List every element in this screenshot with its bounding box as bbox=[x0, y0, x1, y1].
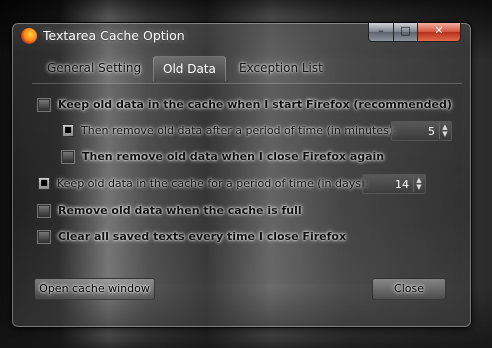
minutes-stepper[interactable]: 5 ▲ ▼ bbox=[391, 121, 452, 141]
spin-down-icon[interactable]: ▼ bbox=[416, 184, 421, 191]
tab-bar: General Setting Old Data Exception List bbox=[26, 56, 456, 82]
toggle-icon[interactable]: ■ bbox=[62, 124, 74, 137]
clear-on-close-option[interactable]: Clear all saved texts every time I close… bbox=[38, 230, 346, 243]
firefox-icon bbox=[21, 28, 37, 44]
keep-days-label: Keep old data in the cache for a period … bbox=[57, 177, 369, 190]
keep-old-startup-label: Keep old data in the cache when I start … bbox=[58, 98, 452, 111]
close-button[interactable]: Close bbox=[372, 278, 446, 300]
minutes-spin-arrows[interactable]: ▲ ▼ bbox=[439, 123, 450, 139]
minimize-button[interactable]: – bbox=[368, 23, 394, 42]
remove-after-minutes-option[interactable]: ■ Then remove old data after a period of… bbox=[62, 124, 397, 137]
remove-on-close-checkbox[interactable] bbox=[62, 150, 74, 163]
options-dialog: Textarea Cache Option – □ ✕ General Sett… bbox=[11, 22, 472, 328]
toggle-icon[interactable]: ■ bbox=[38, 177, 50, 190]
close-window-button[interactable]: ✕ bbox=[417, 23, 461, 42]
open-cache-window-button[interactable]: Open cache window bbox=[34, 278, 155, 300]
days-spin-arrows[interactable]: ▲ ▼ bbox=[413, 176, 424, 192]
tab-general-setting[interactable]: General Setting bbox=[47, 56, 141, 80]
keep-old-startup-checkbox[interactable] bbox=[38, 98, 50, 111]
keep-old-startup-option[interactable]: Keep old data in the cache when I start … bbox=[38, 98, 452, 111]
tab-old-data[interactable]: Old Data bbox=[153, 56, 226, 81]
maximize-button[interactable]: □ bbox=[393, 23, 418, 42]
remove-on-close-label: Then remove old data when I close Firefo… bbox=[82, 150, 385, 163]
remove-on-close-option[interactable]: Then remove old data when I close Firefo… bbox=[62, 150, 384, 163]
tab-exception-list[interactable]: Exception List bbox=[239, 56, 323, 80]
remove-when-full-label: Remove old data when the cache is full bbox=[58, 204, 302, 217]
spin-down-icon[interactable]: ▼ bbox=[442, 131, 447, 138]
window-title: Textarea Cache Option bbox=[43, 28, 185, 43]
days-value: 14 bbox=[395, 177, 409, 191]
remove-after-minutes-label: Then remove old data after a period of t… bbox=[81, 124, 397, 137]
remove-when-full-option[interactable]: Remove old data when the cache is full bbox=[38, 204, 302, 217]
keep-days-option[interactable]: ■ Keep old data in the cache for a perio… bbox=[38, 177, 369, 190]
clear-on-close-label: Clear all saved texts every time I close… bbox=[58, 230, 347, 243]
days-stepper[interactable]: 14 ▲ ▼ bbox=[362, 174, 426, 194]
remove-when-full-checkbox[interactable] bbox=[38, 204, 50, 217]
clear-on-close-checkbox[interactable] bbox=[38, 230, 50, 243]
minutes-value: 5 bbox=[428, 124, 435, 138]
